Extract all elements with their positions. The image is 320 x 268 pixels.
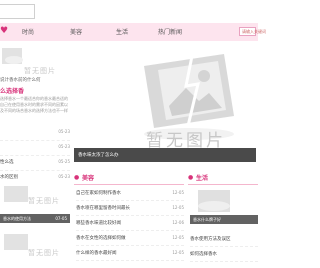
left-bottom-caption[interactable]: 香水的使用方法 07-05 [0,214,70,223]
section-title[interactable]: 生活 [196,173,208,182]
beauty-article-list: 自己在家如何制作香水 12-05 香水喷在哪里留香时间最长 12-05 哪些香水… [76,186,184,261]
list-item[interactable]: 自己在家如何制作香水 12-05 [76,186,184,201]
left-article-description: 选择香水一个最适合你的香水最合适的自己在使用香水时的需求不同的因素以及不同的场合… [0,96,68,113]
banner-caption[interactable]: 香水味太浓了怎么办 [74,148,256,162]
list-item[interactable]: 05-23 [0,126,70,141]
main-banner-image[interactable]: 暂无图片 [74,46,256,148]
placeholder-label: 暂无图片 [24,67,56,75]
list-item[interactable]: 香水喷在哪里留香时间最长 12-05 [76,201,184,216]
left-article-heading[interactable]: 么选择香 [0,86,24,95]
banner-caption-text: 香水味太浓了怎么办 [78,153,119,158]
left-thumbnail[interactable]: 暂无图片 [0,48,72,76]
section-beauty-header: ● 美容 [74,170,184,185]
nav-item-beauty[interactable]: 美容 [70,27,82,36]
left-bottom-thumbnail-2[interactable]: 暂无图片 [0,230,70,266]
section-life-header: ● 生活 [188,170,258,185]
main-nav: ♥ 时尚 美容 生活 热门新闻 请输入关键词 [0,23,266,41]
life-thumbnail-caption[interactable]: 香水什么牌子好 [190,215,258,224]
placeholder-label: 暂无图片 [28,249,60,257]
list-item[interactable]: 香水使用方法及误区 [190,232,258,247]
left-top-line[interactable]: 说计香水前的什么何 [0,77,41,83]
section-title[interactable]: 美容 [82,173,94,182]
list-item[interactable]: 哪些香水味道比较好闻 12-06 [76,216,184,231]
nav-search-input[interactable]: 请输入关键词 [239,27,266,36]
left-article-list: 05-23 05-23 性么选 05-25 水的区别 05-23 [0,126,70,186]
nav-item-fashion[interactable]: 时尚 [22,27,34,36]
list-item[interactable]: 香水在女性的选择如何做 12-05 [76,231,184,246]
top-search-input[interactable] [0,4,35,19]
nav-search-placeholder: 请输入关键词 [242,29,266,34]
nav-item-life[interactable]: 生活 [116,27,128,36]
life-article-list: 香水使用方法及误区 如何选择香水 [190,232,258,262]
placeholder-label: 暂无图片 [28,197,60,205]
nav-item-hot-news[interactable]: 热门新闻 [158,27,182,36]
list-item[interactable]: 什么样的香水最好闻 12-05 [76,246,184,261]
left-bottom-thumbnail[interactable]: 暂无图片 [0,184,70,210]
list-item[interactable]: 性么选 05-25 [0,156,70,171]
bullet-icon: ● [74,174,80,181]
placeholder-label: 暂无图片 [146,131,226,148]
bullet-icon: ● [188,174,194,181]
list-item[interactable]: 05-23 [0,141,70,156]
list-item[interactable]: 如何选择香水 [190,247,258,262]
heart-icon[interactable]: ♥ [0,26,8,36]
